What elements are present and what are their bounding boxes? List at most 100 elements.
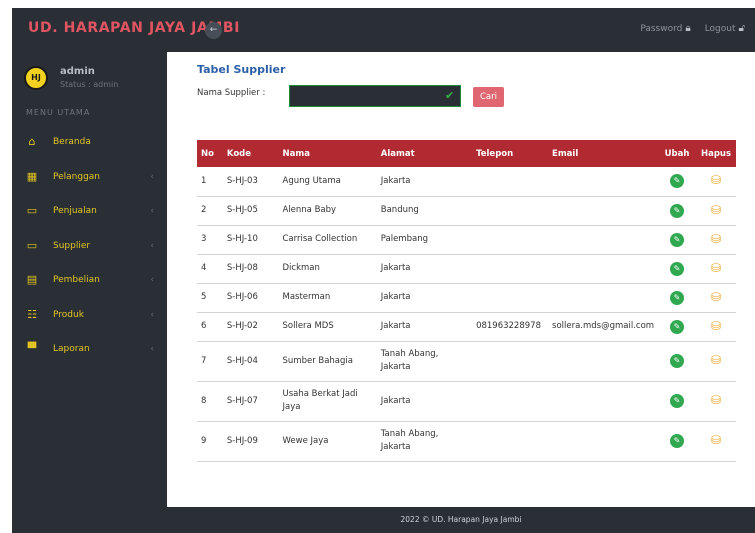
sidebar-item-supplier[interactable]: ▭ Supplier ‹ <box>12 229 167 264</box>
cell-kode: S-HJ-09 <box>222 421 279 462</box>
edit-icon[interactable]: ✎ <box>670 394 685 408</box>
table-row: 8 S-HJ-07 Usaha Berkat Jadi Jaya Jakarta ✎ ⛁ <box>197 381 736 422</box>
delete-database-icon[interactable]: ⛁ <box>709 261 723 275</box>
sidebar-item-label: Pembelian <box>53 275 100 286</box>
cell-email <box>548 381 659 422</box>
sidebar-item-pembelian[interactable]: ▤ Pembelian ‹ <box>12 263 167 298</box>
top-bar: UD. HARAPAN JAYA JAMBI ← Password 🔒︎ Log… <box>12 8 755 52</box>
cell-ubah: ✎ <box>658 312 696 342</box>
cell-nama: Wewe Jaya <box>278 421 377 462</box>
cell-nama: Carrisa Collection <box>278 225 377 255</box>
sidebar-menu: ⌂ Beranda ▦ Pelanggan ‹ ▭ Penjualan ‹ ▭ … <box>12 125 167 367</box>
search-input[interactable] <box>289 85 461 107</box>
avatar: HJ <box>24 66 48 90</box>
sidebar-toggle-icon[interactable]: ← <box>205 22 222 39</box>
edit-icon[interactable]: ✎ <box>670 232 685 247</box>
chevron-left-icon: ‹ <box>150 206 154 217</box>
sidebar-item-produk[interactable]: ☷ Produk ‹ <box>12 298 167 333</box>
cell-no: 7 <box>197 341 223 382</box>
edit-icon[interactable]: ✎ <box>670 203 685 218</box>
edit-icon[interactable]: ✎ <box>670 261 685 276</box>
header-ubah: Ubah <box>658 140 696 167</box>
cell-nama: Masterman <box>278 283 377 313</box>
user-name: admin <box>60 66 95 77</box>
cell-telepon <box>472 381 549 422</box>
cell-kode: S-HJ-05 <box>222 196 279 226</box>
delete-database-icon[interactable]: ⛁ <box>709 232 723 246</box>
sidebar-item-laporan[interactable]: ▀ Laporan ‹ <box>12 332 167 367</box>
sidebar: HJ admin Status : admin MENU UTAMA ⌂ Ber… <box>12 52 167 533</box>
top-links: Password 🔒︎ Logout 🔓︎ <box>640 23 745 34</box>
header-telepon: Telepon <box>472 140 549 167</box>
cell-email <box>548 196 659 226</box>
sidebar-item-beranda[interactable]: ⌂ Beranda <box>12 125 167 160</box>
cell-nama: Sollera MDS <box>278 312 377 342</box>
document-icon: ▤ <box>26 273 38 287</box>
cell-no: 8 <box>197 381 223 422</box>
table-row: 5 S-HJ-06 Masterman Jakarta ✎ ⛁ <box>197 283 736 313</box>
table-row: 2 S-HJ-05 Alenna Baby Bandung ✎ ⛁ <box>197 196 736 226</box>
cell-telepon <box>472 283 549 313</box>
edit-icon[interactable]: ✎ <box>670 319 685 334</box>
edit-icon[interactable]: ✎ <box>670 174 685 189</box>
sidebar-item-penjualan[interactable]: ▭ Penjualan ‹ <box>12 194 167 229</box>
edit-icon[interactable]: ✎ <box>670 434 685 448</box>
main-content: Tabel Supplier Nama Supplier : ✔ Cari No… <box>167 52 755 507</box>
delete-database-icon[interactable]: ⛁ <box>709 393 723 407</box>
delete-database-icon[interactable]: ⛁ <box>709 353 723 367</box>
delete-database-icon[interactable]: ⛁ <box>709 290 723 304</box>
logout-link[interactable]: Logout 🔓︎ <box>705 23 745 34</box>
table-row: 6 S-HJ-02 Sollera MDS Jakarta 081963228978 so… <box>197 312 736 342</box>
cell-email <box>548 283 659 313</box>
cell-ubah: ✎ <box>658 196 696 226</box>
cell-email <box>548 167 659 197</box>
cell-alamat: Tanah Abang, Jakarta <box>376 341 473 382</box>
chevron-left-icon: ‹ <box>150 171 154 182</box>
cell-hapus: ⛁ <box>695 196 736 226</box>
cell-telepon <box>472 341 549 382</box>
home-icon: ⌂ <box>28 135 36 149</box>
header-email: Email <box>548 140 659 167</box>
search-button[interactable]: Cari <box>473 87 504 107</box>
table-header-row: No Kode Nama Alamat Telepon Email Ubah H… <box>197 140 736 167</box>
table-row: 1 S-HJ-03 Agung Utama Jakarta ✎ ⛁ <box>197 167 736 197</box>
cell-nama: Alenna Baby <box>278 196 377 226</box>
delete-database-icon[interactable]: ⛁ <box>709 433 723 447</box>
page-title: Tabel Supplier <box>197 63 286 76</box>
cell-kode: S-HJ-04 <box>222 341 279 382</box>
edit-icon[interactable]: ✎ <box>670 354 685 368</box>
cell-kode: S-HJ-08 <box>222 254 279 284</box>
delete-database-icon[interactable]: ⛁ <box>709 319 723 333</box>
cell-alamat: Bandung <box>376 196 473 226</box>
sidebar-item-label: Penjualan <box>53 206 97 217</box>
search-label: Nama Supplier : <box>197 88 266 98</box>
cell-telepon <box>472 254 549 284</box>
cell-email <box>548 254 659 284</box>
delete-database-icon[interactable]: ⛁ <box>709 173 723 187</box>
cell-nama: Sumber Bahagia <box>278 341 377 382</box>
table-row: 4 S-HJ-08 Dickman Jakarta ✎ ⛁ <box>197 254 736 284</box>
cell-email <box>548 341 659 382</box>
password-link[interactable]: Password 🔒︎ <box>640 23 690 34</box>
cell-email <box>548 421 659 462</box>
sidebar-item-label: Supplier <box>53 240 91 251</box>
header-kode: Kode <box>222 140 279 167</box>
check-icon: ✔ <box>445 89 455 102</box>
cell-alamat: Jakarta <box>376 283 473 313</box>
user-status: Status : admin <box>60 80 119 89</box>
supplier-table: No Kode Nama Alamat Telepon Email Ubah H… <box>197 140 736 462</box>
sidebar-item-pelanggan[interactable]: ▦ Pelanggan ‹ <box>12 160 167 195</box>
cell-no: 1 <box>197 167 223 197</box>
chevron-left-icon: ‹ <box>150 275 154 286</box>
cell-hapus: ⛁ <box>695 167 736 197</box>
window-icon: ▭ <box>26 204 38 218</box>
edit-icon[interactable]: ✎ <box>670 290 685 305</box>
cell-telepon <box>472 196 549 226</box>
cell-no: 5 <box>197 283 223 313</box>
cell-telepon <box>472 167 549 197</box>
cell-nama: Agung Utama <box>278 167 377 197</box>
cell-no: 3 <box>197 225 223 255</box>
password-label: Password <box>640 23 683 34</box>
cell-alamat: Jakarta <box>376 312 473 342</box>
delete-database-icon[interactable]: ⛁ <box>709 203 723 217</box>
